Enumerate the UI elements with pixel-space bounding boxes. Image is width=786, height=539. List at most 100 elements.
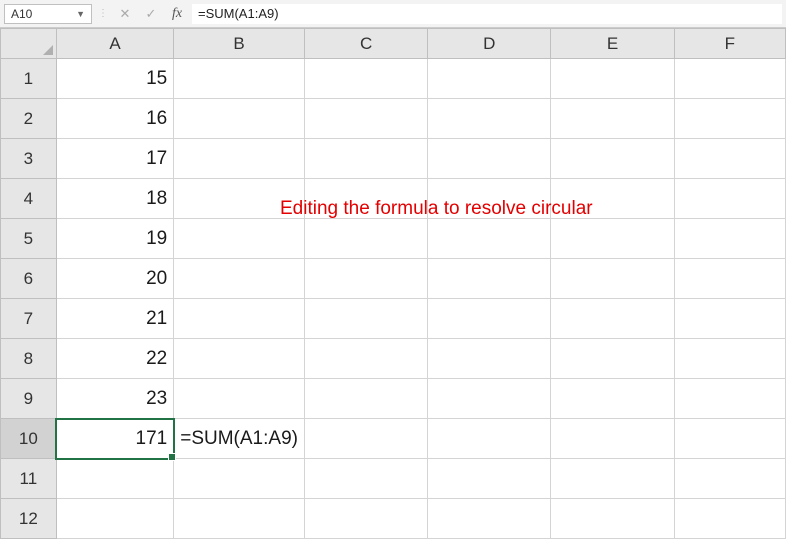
row-header-4[interactable]: 4 [1, 179, 57, 219]
cell-D8[interactable] [428, 339, 551, 379]
cell-E7[interactable] [551, 299, 674, 339]
row-header-1[interactable]: 1 [1, 59, 57, 99]
cell-E9[interactable] [551, 379, 674, 419]
chevron-down-icon[interactable]: ▼ [76, 9, 85, 19]
col-header-C[interactable]: C [304, 29, 427, 59]
row-header-6[interactable]: 6 [1, 259, 57, 299]
row-header-10[interactable]: 10 [1, 419, 57, 459]
row-header-12[interactable]: 12 [1, 499, 57, 539]
cell-C12[interactable] [304, 499, 427, 539]
cell-E1[interactable] [551, 59, 674, 99]
cell-B5[interactable] [174, 219, 305, 259]
enter-icon[interactable]: ✓ [140, 4, 162, 24]
row-header-5[interactable]: 5 [1, 219, 57, 259]
cell-F2[interactable] [674, 99, 785, 139]
cell-E2[interactable] [551, 99, 674, 139]
cell-F6[interactable] [674, 259, 785, 299]
cell-B11[interactable] [174, 459, 305, 499]
col-header-B[interactable]: B [174, 29, 305, 59]
cell-B2[interactable] [174, 99, 305, 139]
cell-C2[interactable] [304, 99, 427, 139]
cell-B4[interactable] [174, 179, 305, 219]
cell-D3[interactable] [428, 139, 551, 179]
name-box-value: A10 [11, 7, 32, 21]
cell-D12[interactable] [428, 499, 551, 539]
cell-C3[interactable] [304, 139, 427, 179]
cell-E5[interactable] [551, 219, 674, 259]
spreadsheet-grid: A B C D E F 1 15 2 16 3 17 [0, 28, 786, 539]
cell-D5[interactable] [428, 219, 551, 259]
cell-A7[interactable]: 21 [56, 299, 173, 339]
cell-D11[interactable] [428, 459, 551, 499]
fx-icon[interactable]: fx [166, 4, 188, 24]
cell-F11[interactable] [674, 459, 785, 499]
col-header-A[interactable]: A [56, 29, 173, 59]
cell-F12[interactable] [674, 499, 785, 539]
cell-E4[interactable] [551, 179, 674, 219]
cell-B6[interactable] [174, 259, 305, 299]
cell-A5[interactable]: 19 [56, 219, 173, 259]
cell-B1[interactable] [174, 59, 305, 99]
cell-B10[interactable]: =SUM(A1:A9) [174, 419, 305, 459]
cell-C11[interactable] [304, 459, 427, 499]
cell-F9[interactable] [674, 379, 785, 419]
row-header-3[interactable]: 3 [1, 139, 57, 179]
cell-E8[interactable] [551, 339, 674, 379]
cell-A9[interactable]: 23 [56, 379, 173, 419]
row-header-9[interactable]: 9 [1, 379, 57, 419]
row-header-2[interactable]: 2 [1, 99, 57, 139]
cell-E6[interactable] [551, 259, 674, 299]
cell-D9[interactable] [428, 379, 551, 419]
cell-A3[interactable]: 17 [56, 139, 173, 179]
cell-D1[interactable] [428, 59, 551, 99]
cell-D10[interactable] [428, 419, 551, 459]
cell-E12[interactable] [551, 499, 674, 539]
col-header-E[interactable]: E [551, 29, 674, 59]
cell-D6[interactable] [428, 259, 551, 299]
cell-B12[interactable] [174, 499, 305, 539]
cell-F1[interactable] [674, 59, 785, 99]
cell-C5[interactable] [304, 219, 427, 259]
row-header-11[interactable]: 11 [1, 459, 57, 499]
name-box[interactable]: A10 ▼ [4, 4, 92, 24]
cell-F3[interactable] [674, 139, 785, 179]
cell-C8[interactable] [304, 339, 427, 379]
cell-F7[interactable] [674, 299, 785, 339]
cell-F10[interactable] [674, 419, 785, 459]
cell-A8[interactable]: 22 [56, 339, 173, 379]
cell-D7[interactable] [428, 299, 551, 339]
cell-A12[interactable] [56, 499, 173, 539]
cell-C1[interactable] [304, 59, 427, 99]
cell-E10[interactable] [551, 419, 674, 459]
cell-B9[interactable] [174, 379, 305, 419]
cell-D2[interactable] [428, 99, 551, 139]
cell-C4[interactable] [304, 179, 427, 219]
cell-F8[interactable] [674, 339, 785, 379]
separator: ⋮ [96, 8, 110, 19]
cell-C6[interactable] [304, 259, 427, 299]
cell-C7[interactable] [304, 299, 427, 339]
cell-A11[interactable] [56, 459, 173, 499]
cell-A1[interactable]: 15 [56, 59, 173, 99]
row-header-8[interactable]: 8 [1, 339, 57, 379]
cell-B7[interactable] [174, 299, 305, 339]
cell-A4[interactable]: 18 [56, 179, 173, 219]
cell-A10[interactable]: 171 [56, 419, 173, 459]
cell-A2[interactable]: 16 [56, 99, 173, 139]
cell-E3[interactable] [551, 139, 674, 179]
cell-A6[interactable]: 20 [56, 259, 173, 299]
formula-input[interactable]: =SUM(A1:A9) [192, 4, 782, 24]
cell-B8[interactable] [174, 339, 305, 379]
row-header-7[interactable]: 7 [1, 299, 57, 339]
cell-E11[interactable] [551, 459, 674, 499]
col-header-F[interactable]: F [674, 29, 785, 59]
cell-F5[interactable] [674, 219, 785, 259]
col-header-D[interactable]: D [428, 29, 551, 59]
cell-F4[interactable] [674, 179, 785, 219]
cell-C10[interactable] [304, 419, 427, 459]
cancel-icon[interactable]: ✕ [114, 4, 136, 24]
select-all-corner[interactable] [1, 29, 57, 59]
cell-C9[interactable] [304, 379, 427, 419]
cell-B3[interactable] [174, 139, 305, 179]
cell-D4[interactable] [428, 179, 551, 219]
